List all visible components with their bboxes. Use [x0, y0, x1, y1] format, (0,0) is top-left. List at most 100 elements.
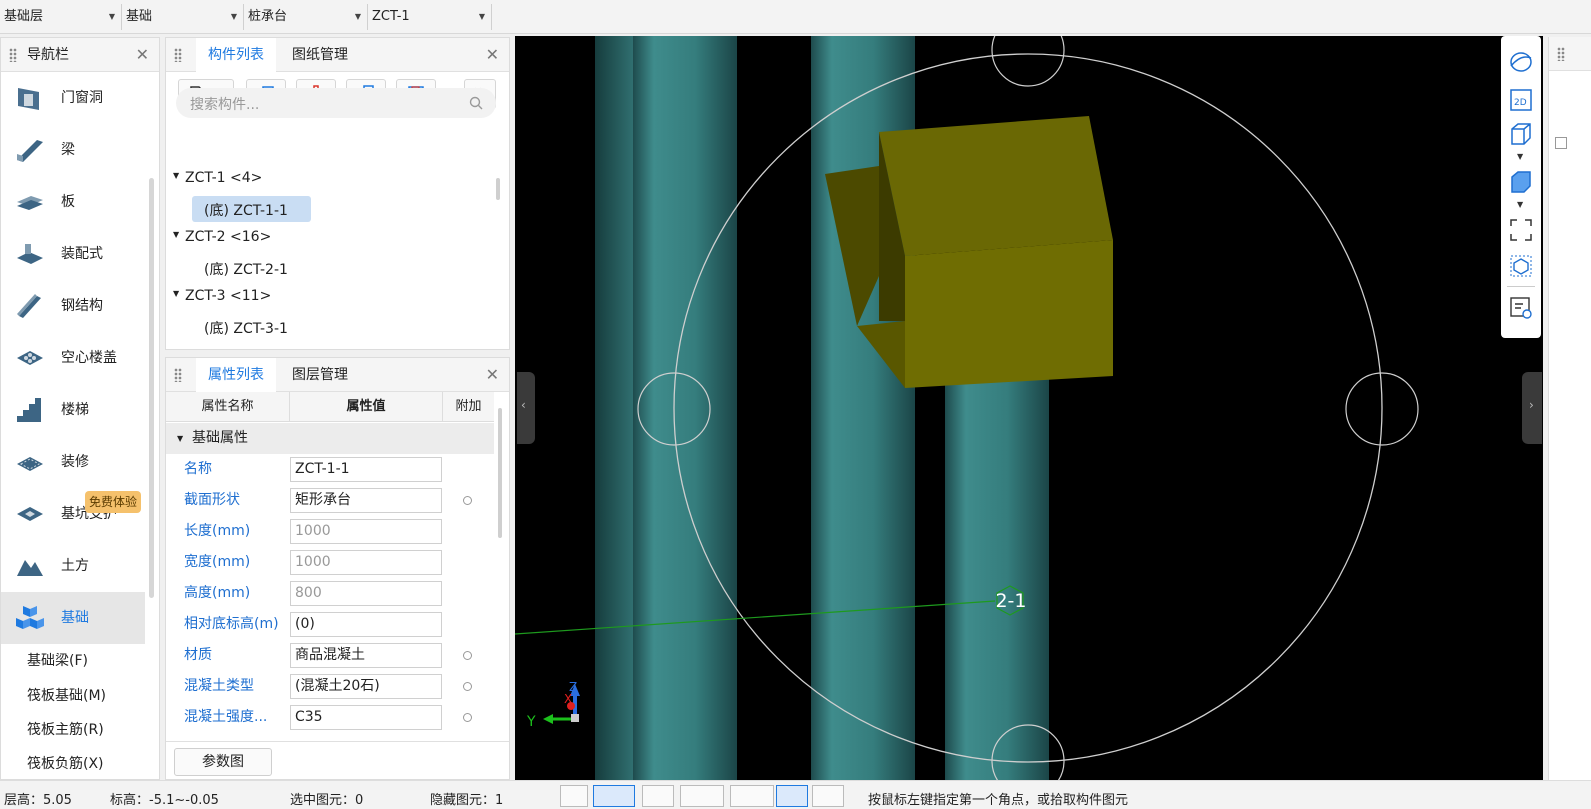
nav-scrollbar[interactable] — [149, 178, 154, 598]
search-icon[interactable] — [469, 96, 483, 110]
type-selector[interactable]: 桩承台 ▼ — [244, 4, 368, 30]
tree-group-zct2[interactable]: ZCT-2 <16> — [185, 229, 271, 245]
right-panel-header — [1549, 37, 1591, 71]
chevron-down-icon: ▼ — [108, 12, 115, 21]
view-3d-icon[interactable] — [1509, 122, 1533, 146]
nav-item-steel[interactable]: 钢结构 — [1, 280, 145, 332]
property-value-field[interactable]: (0) — [290, 612, 442, 637]
property-value-field[interactable]: 1000 — [290, 550, 442, 575]
property-value-field[interactable]: (混凝土20石) — [290, 674, 442, 699]
property-row: 长度(mm) 1000 — [166, 516, 494, 547]
tree-item-zct1-1[interactable]: (底) ZCT-1-1 — [204, 200, 288, 220]
collapse-box-icon[interactable] — [1555, 137, 1567, 149]
column-shape — [945, 366, 1049, 780]
select-box-icon[interactable] — [1509, 254, 1533, 278]
extra-checkbox[interactable] — [463, 651, 472, 660]
extra-checkbox[interactable] — [463, 682, 472, 691]
floor-selector[interactable]: 基础层 ▼ — [0, 4, 122, 30]
property-row: 宽度(mm) 1000 — [166, 547, 494, 578]
top-selector-bar: 基础层 ▼ 基础 ▼ 桩承台 ▼ ZCT-1 ▼ — [0, 0, 1591, 34]
drag-handle[interactable] — [174, 48, 182, 62]
property-value-field[interactable]: ZCT-1-1 — [290, 457, 442, 482]
property-row: 混凝土类型 (混凝土20石) — [166, 671, 494, 702]
sub-item-raft-foundation[interactable]: 筏板基础(M) — [27, 685, 106, 705]
nav-item-hollow-floor[interactable]: 空心楼盖 — [1, 332, 145, 384]
nav-item-foundation[interactable]: 基础 — [1, 592, 145, 644]
drag-handle[interactable] — [9, 48, 17, 62]
tree-item-zct3-1[interactable]: (底) ZCT-3-1 — [204, 318, 288, 338]
tab-component-list[interactable]: 构件列表 — [196, 38, 276, 73]
collapse-left-handle[interactable]: ‹ — [517, 372, 535, 444]
display-mode-icon[interactable] — [1509, 170, 1533, 194]
caret-down-icon[interactable]: ▼ — [173, 171, 179, 180]
property-footer: 参数图 — [166, 741, 509, 779]
property-value-field[interactable]: 商品混凝土 — [290, 643, 442, 668]
drag-handle[interactable] — [174, 368, 182, 382]
3d-viewport[interactable]: 2-1 Z X Y — [515, 36, 1543, 780]
sub-item-raft-main-rebar[interactable]: 筏板主筋(R) — [27, 719, 104, 739]
nav-item-prefab[interactable]: 装配式 — [1, 228, 145, 280]
orbit-icon[interactable] — [1509, 50, 1533, 74]
extra-checkbox[interactable] — [463, 496, 472, 505]
chevron-down-icon[interactable]: ▼ — [1517, 200, 1523, 209]
tab-property-list[interactable]: 属性列表 — [196, 358, 276, 393]
component-search[interactable]: 搜索构件... — [176, 88, 496, 118]
rect-select-button[interactable] — [593, 785, 635, 807]
free-trial-badge[interactable]: 免费体验 — [85, 491, 142, 513]
sub-item-raft-negative-rebar[interactable]: 筏板负筋(X) — [27, 753, 104, 773]
property-group-row[interactable]: ▼ 基础属性 — [166, 423, 494, 454]
caret-down-icon[interactable]: ▼ — [173, 230, 179, 239]
angle-button[interactable] — [680, 785, 724, 807]
category-selector[interactable]: 基础 ▼ — [122, 4, 244, 30]
param-diagram-button[interactable]: 参数图 — [174, 748, 272, 776]
cross-select-button[interactable] — [642, 785, 674, 807]
orthogonal-button[interactable] — [560, 785, 588, 807]
tree-item-zct2-1[interactable]: (底) ZCT-2-1 — [204, 259, 288, 279]
axis-triad-icon: Z X Y — [526, 680, 580, 730]
property-value-field[interactable]: 1000 — [290, 519, 442, 544]
tab-layer-management[interactable]: 图层管理 — [280, 358, 360, 392]
decoration-icon — [17, 457, 43, 471]
property-value-field[interactable]: 矩形承台 — [290, 488, 442, 513]
property-value-field[interactable]: C35 — [290, 705, 442, 730]
grid-snap-button[interactable] — [776, 785, 808, 807]
prefab-icon — [17, 244, 43, 264]
close-icon[interactable]: ✕ — [486, 358, 499, 392]
component-selector[interactable]: ZCT-1 ▼ — [368, 4, 492, 30]
steel-icon — [17, 294, 41, 318]
nav-item-decoration[interactable]: 装修 — [1, 436, 145, 488]
view-2d-icon[interactable]: 2D — [1509, 88, 1533, 112]
polar-button[interactable] — [812, 785, 844, 807]
tab-drawing-management[interactable]: 图纸管理 — [280, 38, 360, 72]
nav-item-beam[interactable]: 梁 — [1, 124, 145, 176]
nav-item-pit-support[interactable]: 基坑支护 免费体验 — [1, 488, 145, 540]
drag-handle[interactable] — [1557, 47, 1565, 61]
tree-group-zct1[interactable]: ZCT-1 <4> — [185, 170, 262, 186]
floor-height-status: 层高：5.05 — [4, 793, 72, 808]
property-value-field[interactable]: 800 — [290, 581, 442, 606]
search-input[interactable]: 搜索构件... — [190, 94, 259, 114]
fullscreen-icon[interactable] — [1509, 218, 1533, 242]
caret-down-icon[interactable]: ▼ — [173, 289, 179, 298]
layer-visibility-icon[interactable] — [1509, 296, 1533, 320]
collapse-right-handle[interactable]: › — [1522, 372, 1542, 444]
nav-item-door-window[interactable]: 门窗洞 — [1, 72, 145, 124]
property-scrollbar[interactable] — [498, 408, 502, 538]
status-bar: 层高：5.05 标高：-5.1~-0.05 选中图元：0 隐藏图元：1 按鼠标左… — [0, 780, 1591, 809]
nav-item-slab[interactable]: 板 — [1, 176, 145, 228]
snap-button[interactable] — [730, 785, 774, 807]
property-row: 高度(mm) 800 — [166, 578, 494, 609]
viewport-scene: 2-1 Z X Y — [515, 36, 1419, 780]
nav-item-earthwork[interactable]: 土方 — [1, 540, 145, 592]
tree-scrollbar[interactable] — [496, 178, 500, 200]
extra-checkbox[interactable] — [463, 713, 472, 722]
tree-group-zct3[interactable]: ZCT-3 <11> — [185, 288, 271, 304]
svg-text:Y: Y — [526, 714, 536, 730]
sub-item-foundation-beam[interactable]: 基础梁(F) — [27, 650, 88, 670]
chevron-down-icon[interactable]: ▼ — [1517, 152, 1523, 161]
close-icon[interactable]: ✕ — [136, 38, 149, 72]
close-icon[interactable]: ✕ — [486, 38, 499, 72]
axis-line — [515, 600, 996, 635]
column-header-value: 属性值 — [290, 392, 443, 422]
nav-item-stairs[interactable]: 楼梯 — [1, 384, 145, 436]
